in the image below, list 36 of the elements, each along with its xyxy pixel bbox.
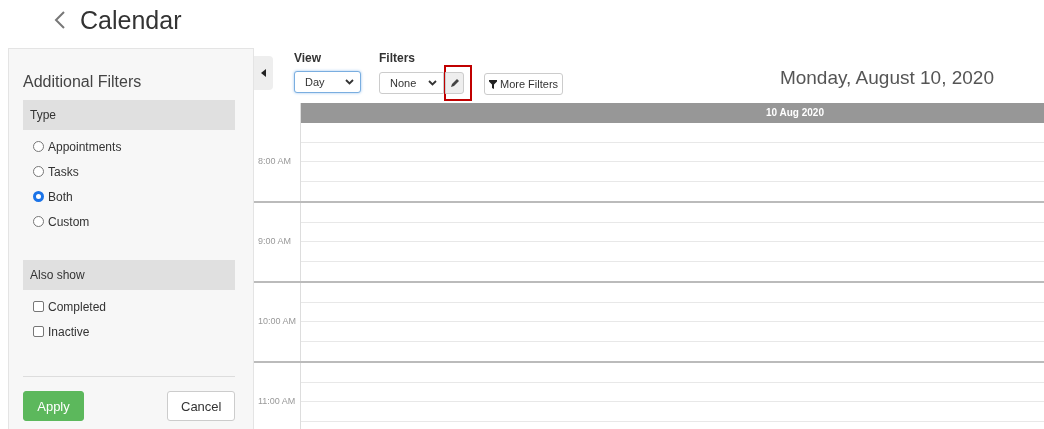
time-label: 8:00 AM [258, 156, 292, 166]
radio-button[interactable] [33, 141, 44, 152]
date-title: Monday, August 10, 2020 [779, 67, 994, 89]
radio-button[interactable] [33, 166, 44, 177]
radio-button[interactable] [33, 216, 44, 227]
caret-icon [261, 69, 266, 77]
field-label: Filters [379, 51, 416, 65]
chevron-icon [345, 79, 354, 85]
time-label: 9:00 AM [258, 236, 292, 246]
radio-button[interactable] [33, 191, 44, 202]
field-label: View [294, 51, 323, 65]
more-filters-button[interactable]: More Filters [484, 73, 564, 95]
time-label: 10:00 AM [258, 316, 297, 326]
cancel-button[interactable]: Cancel [167, 391, 235, 421]
section-header: Type [23, 100, 235, 130]
time-label: 11:00 AM [258, 396, 296, 406]
option-label: Inactive [48, 324, 90, 339]
filters-dropdown[interactable]: None [379, 72, 444, 94]
panel-title: Additional Filters [23, 73, 143, 91]
back-icon[interactable] [54, 10, 66, 30]
section-header: Also show [23, 260, 235, 290]
option-label: Completed [48, 299, 107, 314]
funnel-icon [489, 79, 497, 89]
option-label: Tasks [48, 164, 79, 179]
option-label: Both [48, 189, 73, 204]
checkbox[interactable] [33, 301, 44, 312]
day-header: 10 Aug 2020 [301, 103, 1044, 123]
checkbox[interactable] [33, 326, 44, 337]
pencil-icon [449, 78, 460, 88]
view-dropdown[interactable]: Day [294, 71, 361, 93]
page-title: Calendar [80, 5, 182, 35]
chevron-icon [428, 80, 437, 86]
edit-button[interactable] [445, 72, 464, 94]
option-label: Custom [48, 214, 90, 229]
collapse-button[interactable] [254, 56, 273, 90]
option-label: Appointments [48, 139, 122, 154]
